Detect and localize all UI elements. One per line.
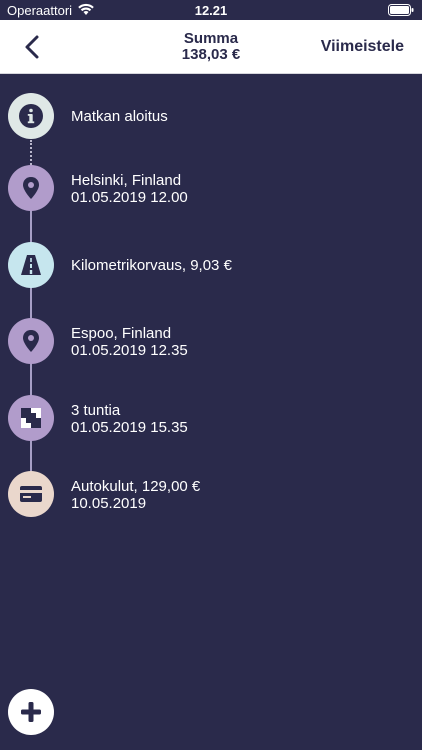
timeline-item-date: 10.05.2019	[71, 495, 147, 512]
add-button[interactable]	[8, 689, 54, 735]
timeline-item-trip-start[interactable]: Matkan aloitus	[0, 93, 422, 139]
timeline-item-duration[interactable]: 3 tuntia 01.05.2019 15.35	[0, 395, 422, 441]
timeline-item-date: 01.05.2019 15.35	[71, 419, 188, 436]
clock: 12.21	[194, 3, 228, 18]
timeline-item-expense[interactable]: Autokulut, 129,00 € 10.05.2019	[0, 471, 422, 517]
timeline-dotted-connector	[30, 140, 32, 168]
road-icon	[8, 242, 54, 288]
plus-icon	[21, 702, 41, 722]
credit-card-icon	[8, 471, 54, 517]
timeline-item-date: 01.05.2019 12.35	[71, 342, 188, 359]
status-bar: Operaattori 12.21	[0, 0, 422, 20]
trip-timeline: Matkan aloitus Helsinki, Finland 01.05.2…	[0, 74, 422, 750]
timeline-item-date: 01.05.2019 12.00	[71, 189, 188, 206]
timeline-item-title: Autokulut, 129,00 €	[71, 478, 201, 495]
timeline-item-title: Kilometrikorvaus, 9,03 €	[71, 257, 232, 274]
location-pin-icon	[8, 165, 54, 211]
timeline-item-location[interactable]: Helsinki, Finland 01.05.2019 12.00	[0, 165, 422, 211]
timeline-item-title: 3 tuntia	[71, 402, 121, 419]
timeline-item-title: Espoo, Finland	[71, 325, 172, 342]
timeline-item-mileage[interactable]: Kilometrikorvaus, 9,03 €	[0, 242, 422, 288]
checkered-flag-icon	[8, 395, 54, 441]
timeline-item-title: Matkan aloitus	[71, 108, 168, 125]
battery-icon	[388, 4, 414, 16]
finish-button[interactable]: Viimeistele	[321, 38, 404, 56]
timeline-item-location[interactable]: Espoo, Finland 01.05.2019 12.35	[0, 318, 422, 364]
info-icon	[8, 93, 54, 139]
location-pin-icon	[8, 318, 54, 364]
navigation-bar: Summa 138,03 € Viimeistele	[0, 20, 422, 74]
timeline-item-title: Helsinki, Finland	[71, 172, 182, 189]
